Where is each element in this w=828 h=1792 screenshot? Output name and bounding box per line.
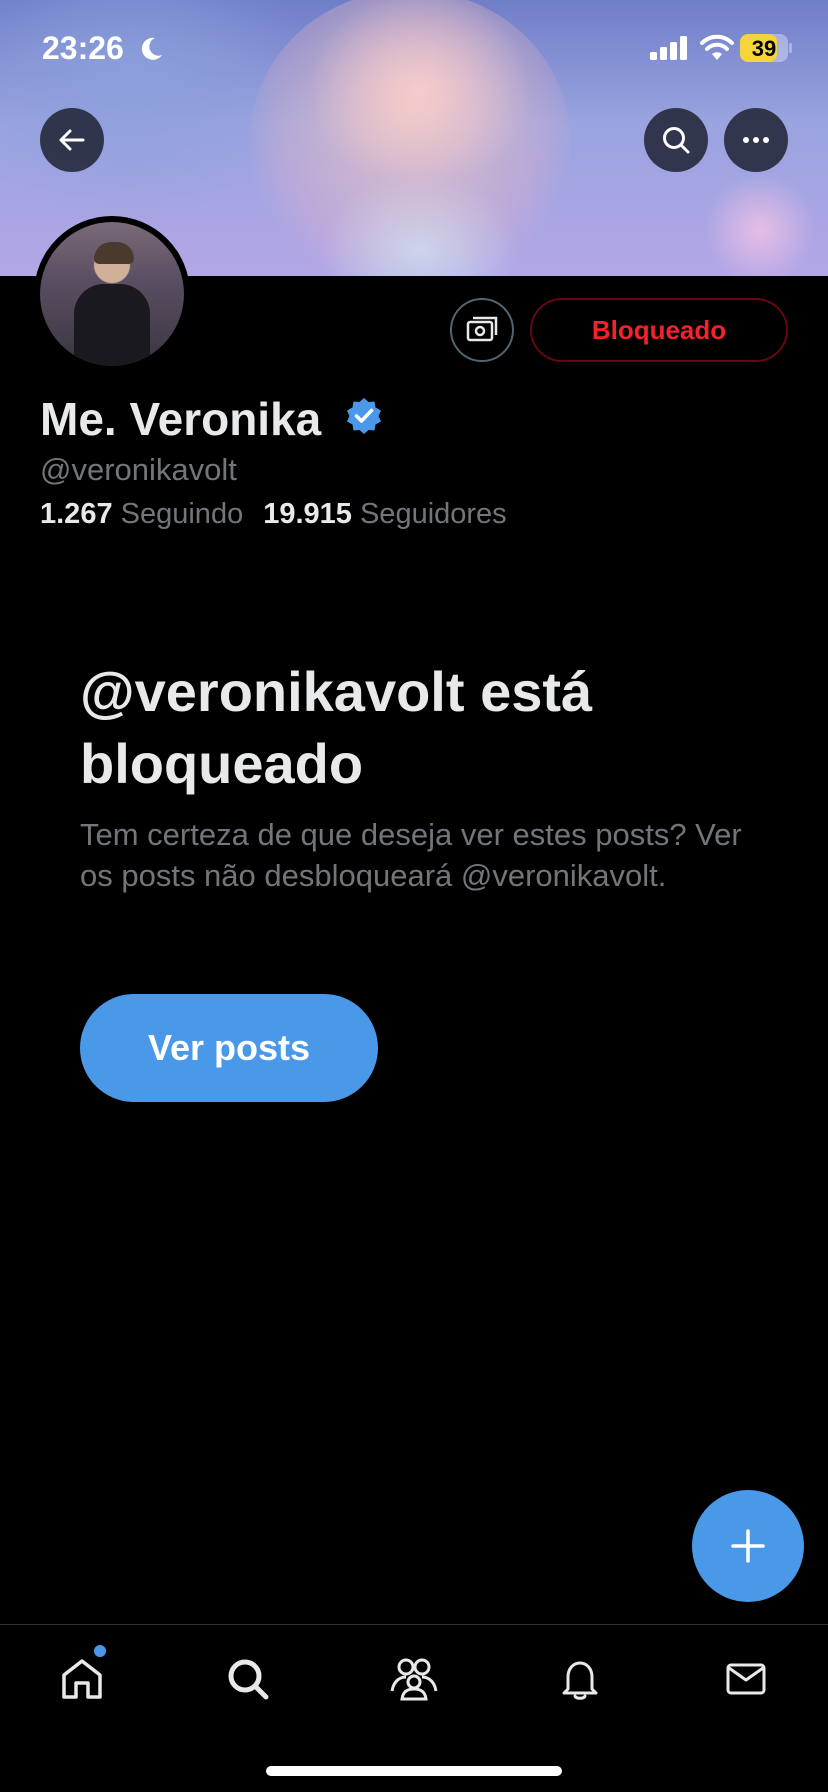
search-icon	[663, 127, 690, 154]
tab-messages[interactable]	[718, 1651, 774, 1707]
cellular-signal-icon	[650, 36, 687, 60]
tab-communities[interactable]	[386, 1651, 442, 1707]
view-posts-button[interactable]: Ver posts	[80, 994, 378, 1102]
blocked-button[interactable]: Bloqueado	[530, 298, 788, 362]
more-horizontal-icon	[743, 137, 769, 143]
home-indicator	[266, 1766, 562, 1776]
profile-stats: 1.267 Seguindo 19.915 Seguidores	[40, 498, 507, 531]
status-time: 23:26	[42, 30, 124, 66]
back-button[interactable]	[40, 108, 104, 172]
battery-icon: 39	[740, 34, 792, 62]
following-link[interactable]: 1.267 Seguindo	[40, 498, 243, 530]
profile-handle: @veronikavolt	[40, 452, 237, 487]
status-bar: 23:26 39	[0, 0, 828, 100]
plus-icon	[731, 1529, 765, 1563]
followers-link[interactable]: 19.915 Seguidores	[263, 498, 506, 530]
notification-dot	[94, 1645, 106, 1657]
blocked-notice-title: @veronikavolt está bloqueado	[80, 660, 593, 795]
following-label: Seguindo	[120, 498, 244, 530]
avatar[interactable]	[34, 216, 190, 372]
blocked-notice-description: Tem certeza de que deseja ver estes post…	[80, 817, 742, 893]
battery-level: 39	[751, 36, 777, 61]
search-icon	[228, 1659, 269, 1700]
tip-button[interactable]	[450, 298, 514, 362]
notifications-icon	[562, 1661, 598, 1700]
following-count: 1.267	[40, 498, 113, 530]
wifi-icon	[700, 34, 734, 60]
more-options-button[interactable]	[724, 108, 788, 172]
followers-count: 19.915	[263, 498, 352, 530]
home-icon	[62, 1659, 102, 1699]
communities-icon	[390, 1658, 438, 1701]
arrow-left-icon	[59, 129, 85, 151]
tab-home[interactable]	[54, 1651, 110, 1707]
moon-icon	[141, 37, 162, 60]
money-icon	[466, 316, 498, 342]
avatar-photo	[40, 222, 184, 366]
messages-icon	[726, 1663, 766, 1695]
followers-label: Seguidores	[359, 498, 507, 530]
tab-search[interactable]	[220, 1651, 276, 1707]
search-profile-button[interactable]	[644, 108, 708, 172]
compose-post-button[interactable]	[692, 1490, 804, 1602]
verified-badge-icon	[347, 398, 381, 434]
tab-notifications[interactable]	[552, 1651, 608, 1707]
profile-display-name: Me. Veronika	[40, 393, 322, 445]
